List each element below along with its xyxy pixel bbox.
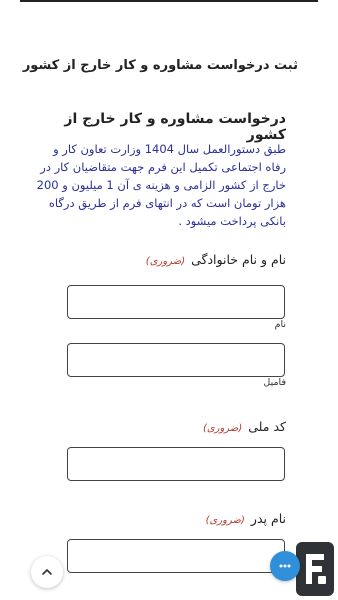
page-title: ثبت درخواست مشاوره و کار خارج از کشور [22,58,298,73]
required-marker: (ضروری) [205,515,245,526]
father-name-label: نام پدر (ضروری) [46,511,286,526]
top-divider [20,0,318,2]
fullname-label: نام و نام خانوادگی (ضروری) [46,252,286,267]
chat-button[interactable] [270,551,300,581]
first-name-input[interactable] [67,285,285,319]
national-code-input[interactable] [67,447,285,481]
required-marker: (ضروری) [145,256,186,267]
form-intro-text: طبق دستورالعمل سال 1404 وزارت تعاون کار … [36,142,286,228]
required-marker: (ضروری) [202,423,243,434]
chat-bubble-icon [279,564,291,568]
phone-brand-logo[interactable] [294,540,336,598]
first-name-sublabel: نام [274,319,286,330]
scroll-to-top-button[interactable] [31,556,63,588]
national-code-label: کد ملی (ضروری) [46,419,286,434]
chevron-up-icon [42,569,52,575]
fullname-label-text: نام و نام خانوادگی [191,252,286,267]
father-name-input[interactable] [67,539,285,573]
form-title: درخواست مشاوره و کار خارج از کشور [64,111,286,143]
national-code-label-text: کد ملی [248,419,286,434]
last-name-sublabel: فامیل [263,377,286,388]
father-name-label-text: نام پدر [250,511,286,526]
last-name-input[interactable] [67,343,285,377]
